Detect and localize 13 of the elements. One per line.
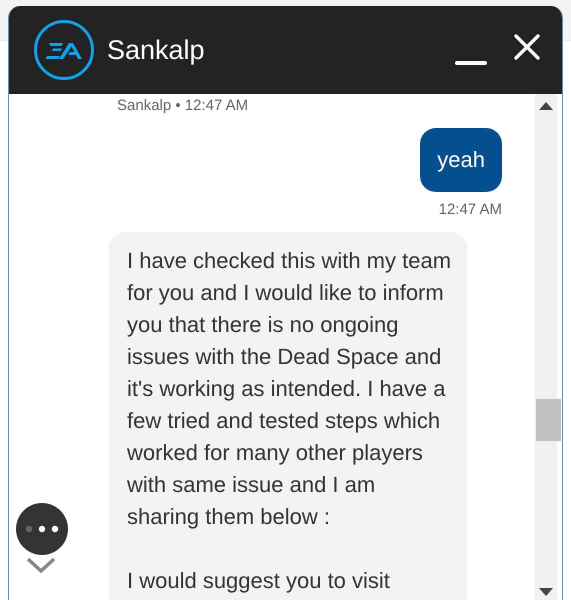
message-time: 12:47 AM	[438, 200, 502, 220]
window-title: Sankalp	[107, 34, 205, 67]
ea-logo	[33, 19, 95, 81]
sent-message: yeah	[420, 128, 502, 192]
minimize-icon[interactable]	[454, 60, 488, 66]
received-message: I have checked this with my team for you and I would like to inform you that there is no ongoing issues with the Dead Space and it's working as intended. I have a few tried and tested steps which worked for many other players with same issue and I am sharing them below : I would suggest you to visit	[109, 232, 467, 600]
scroll-down-icon[interactable]	[539, 588, 553, 596]
typing-indicator-icon	[15, 502, 69, 556]
close-icon[interactable]	[514, 34, 540, 60]
scroll-up-icon[interactable]	[539, 102, 553, 110]
chevron-down-icon[interactable]	[25, 556, 57, 574]
scrollbar-thumb[interactable]	[536, 399, 561, 441]
sender-timestamp: Sankalp • 12:47 AM	[117, 96, 248, 116]
